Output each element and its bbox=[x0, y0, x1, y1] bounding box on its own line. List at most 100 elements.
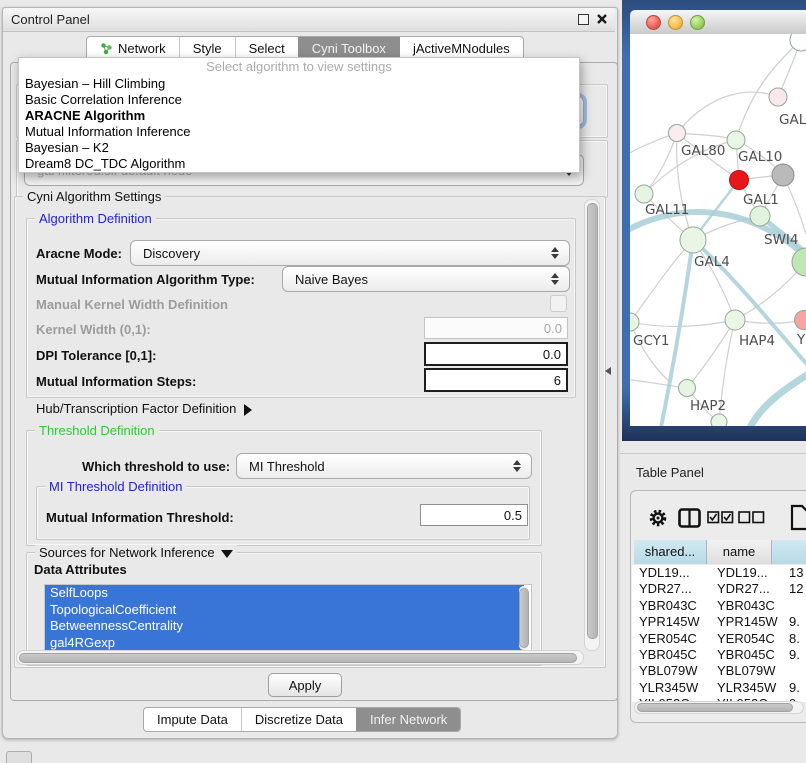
mi-threshold-definition-title: MI Threshold Definition bbox=[45, 479, 186, 494]
kernel-width-field[interactable]: 0.0 bbox=[424, 317, 568, 339]
settings-horizontal-scrollbar-thumb[interactable] bbox=[19, 653, 577, 663]
zoom-traffic-light[interactable] bbox=[690, 15, 705, 30]
stepper-arrows-icon bbox=[551, 247, 559, 259]
select-all-checkboxes-icon[interactable] bbox=[707, 511, 734, 524]
network-canvas[interactable]: GALGAL80GAL10GAL1GAL11SWI4GAL4GCY1HAP4YH… bbox=[630, 34, 806, 426]
hub-definition-expander[interactable]: Hub/Transcription Factor Definition bbox=[36, 401, 252, 416]
apply-button[interactable]: Apply bbox=[268, 673, 342, 697]
minimize-traffic-light[interactable] bbox=[668, 15, 683, 30]
network-node[interactable] bbox=[679, 380, 696, 397]
panel-separator bbox=[620, 453, 806, 454]
split-columns-icon[interactable] bbox=[678, 508, 701, 528]
network-node[interactable] bbox=[750, 206, 770, 226]
collapse-down-icon bbox=[221, 550, 233, 558]
bottom-left-partial-button[interactable] bbox=[6, 751, 32, 763]
table-row[interactable]: YDR27...YDR27...12 bbox=[632, 581, 806, 597]
kernel-width-label: Kernel Width (0,1): bbox=[36, 322, 151, 337]
table-row[interactable]: YBR043CYBR043C bbox=[632, 598, 806, 614]
network-node[interactable] bbox=[630, 313, 639, 331]
table-cell: YER054C bbox=[713, 631, 783, 647]
dpi-tolerance-field[interactable]: 0.0 bbox=[424, 342, 568, 366]
attribute-list-item[interactable]: SelfLoops bbox=[45, 585, 524, 602]
mi-steps-label: Mutual Information Steps: bbox=[36, 374, 196, 389]
dropdown-item[interactable]: Mutual Information Inference bbox=[19, 124, 579, 140]
table-row[interactable]: YBR045CYBR045C9. bbox=[632, 647, 806, 663]
network-node[interactable] bbox=[769, 88, 787, 106]
sources-group-title[interactable]: Sources for Network Inference bbox=[35, 545, 237, 560]
network-node[interactable] bbox=[669, 125, 686, 142]
manual-kernel-width-label: Manual Kernel Width Definition bbox=[36, 297, 228, 312]
network-node[interactable] bbox=[727, 131, 745, 149]
network-node[interactable] bbox=[635, 185, 653, 203]
which-threshold-combo[interactable]: MI Threshold bbox=[236, 453, 532, 479]
table-row[interactable]: YLR345WYLR345W9. bbox=[632, 680, 806, 696]
dropdown-item-selected[interactable]: ARACNE Algorithm bbox=[19, 108, 579, 124]
cyni-settings-title: Cyni Algorithm Settings bbox=[23, 189, 165, 204]
dropdown-item[interactable]: Dream8 DC_TDC Algorithm bbox=[19, 156, 579, 172]
attribute-list-item[interactable]: BetweennessCentrality bbox=[45, 618, 524, 635]
network-node[interactable] bbox=[795, 311, 806, 330]
network-node[interactable] bbox=[730, 171, 749, 190]
settings-vertical-scrollbar-thumb[interactable] bbox=[587, 203, 598, 639]
table-cell: YBR045C bbox=[713, 647, 783, 663]
table-horizontal-scrollbar-thumb[interactable] bbox=[637, 703, 793, 712]
aracne-mode-value: Discovery bbox=[143, 246, 200, 261]
network-node[interactable] bbox=[772, 164, 794, 186]
gear-icon[interactable] bbox=[648, 508, 668, 528]
table-cell: YLR345W bbox=[713, 680, 783, 696]
dropdown-item[interactable]: Basic Correlation Inference bbox=[19, 92, 579, 108]
stepper-arrows-icon bbox=[513, 460, 521, 472]
close-traffic-light[interactable] bbox=[646, 15, 661, 30]
deselect-all-checkboxes-icon[interactable] bbox=[738, 511, 765, 524]
float-window-icon[interactable] bbox=[578, 14, 589, 25]
tab-infer-network[interactable]: Infer Network bbox=[356, 708, 460, 731]
cyni-bottom-tabbar: Impute Data Discretize Data Infer Networ… bbox=[143, 707, 461, 732]
mi-threshold-label: Mutual Information Threshold: bbox=[46, 510, 234, 525]
attribute-list-scrollbar-thumb[interactable] bbox=[519, 588, 529, 648]
mi-steps-field[interactable]: 6 bbox=[424, 368, 568, 392]
network-node-label: SWI4 bbox=[764, 232, 799, 248]
network-node[interactable] bbox=[792, 248, 806, 276]
attribute-list-item[interactable]: TopologicalCoefficient bbox=[45, 602, 524, 619]
table-horizontal-scrollbar bbox=[634, 701, 804, 714]
table-row[interactable]: YBL079WYBL079W bbox=[632, 663, 806, 679]
settings-vertical-scrollbar bbox=[584, 199, 600, 651]
which-threshold-value: MI Threshold bbox=[249, 459, 325, 474]
network-node-label: Y bbox=[796, 332, 806, 348]
mi-algorithm-type-label: Mutual Information Algorithm Type: bbox=[36, 272, 255, 287]
attribute-list-item[interactable]: gal4RGexp bbox=[45, 635, 524, 652]
dpi-tolerance-label: DPI Tolerance [0,1]: bbox=[36, 348, 156, 363]
tab-impute-data[interactable]: Impute Data bbox=[144, 708, 241, 731]
column-header-clipped[interactable] bbox=[772, 540, 806, 564]
splitpane-collapse-icon[interactable] bbox=[605, 367, 611, 375]
tab-discretize-data[interactable]: Discretize Data bbox=[241, 708, 356, 731]
table-cell: YPR145W bbox=[713, 614, 783, 630]
mi-threshold-field[interactable]: 0.5 bbox=[420, 504, 528, 526]
data-attributes-label: Data Attributes bbox=[34, 562, 127, 577]
aracne-mode-combo[interactable]: Discovery bbox=[130, 240, 570, 266]
data-attributes-list: SelfLoopsTopologicalCoefficientBetweenne… bbox=[44, 584, 532, 654]
manual-kernel-width-checkbox[interactable] bbox=[550, 295, 567, 312]
expand-right-icon bbox=[244, 404, 252, 416]
attribute-list-scrollbar bbox=[519, 586, 528, 650]
table-cell: YDL19... bbox=[713, 565, 783, 581]
table-row[interactable]: YER054CYER054C8. bbox=[632, 631, 806, 647]
network-node-label: GAL10 bbox=[738, 149, 782, 165]
threshold-definition-title: Threshold Definition bbox=[35, 423, 159, 438]
table-cell: YBR043C bbox=[713, 598, 783, 614]
mi-algorithm-type-combo[interactable]: Naive Bayes bbox=[282, 266, 570, 292]
table-cell: 9. bbox=[783, 647, 806, 663]
table-row[interactable]: YPR145WYPR145W9. bbox=[632, 614, 806, 630]
export-table-icon[interactable] bbox=[790, 504, 806, 531]
close-icon[interactable] bbox=[596, 13, 608, 25]
table-row[interactable]: YDL19...YDL19...13 bbox=[632, 565, 806, 581]
column-header-name[interactable]: name bbox=[707, 540, 772, 564]
network-node[interactable] bbox=[680, 227, 706, 253]
network-node[interactable] bbox=[711, 414, 727, 426]
dropdown-item[interactable]: Bayesian – K2 bbox=[19, 140, 579, 156]
dropdown-item[interactable]: Bayesian – Hill Climbing bbox=[19, 76, 579, 92]
stepper-arrows-icon bbox=[551, 273, 559, 285]
column-header-shared-name[interactable]: shared... bbox=[634, 540, 707, 564]
network-node[interactable] bbox=[725, 310, 745, 330]
table-cell: 12 bbox=[783, 581, 806, 597]
